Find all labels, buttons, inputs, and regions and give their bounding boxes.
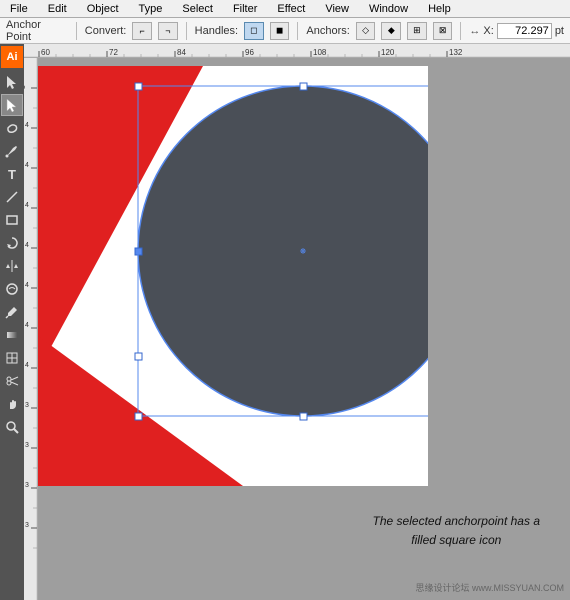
annotation-text: The selected anchorpoint has a filled sq…: [373, 512, 540, 550]
gradient-tool-btn[interactable]: [1, 324, 23, 346]
workspace: Ai T: [0, 44, 570, 600]
handles-btn-1[interactable]: ◻: [244, 22, 264, 40]
main-canvas[interactable]: The selected anchorpoint has a filled sq…: [38, 58, 570, 600]
arrow-icon: ↔: [469, 25, 480, 37]
svg-text:4: 4: [25, 122, 29, 129]
shape-tool-btn[interactable]: [1, 209, 23, 231]
x-unit: pt: [555, 25, 564, 37]
ruler-top: 60 72 84 96 108 120 132: [24, 44, 570, 58]
separator-1: [76, 22, 77, 40]
reflect-tool-btn[interactable]: [1, 255, 23, 277]
menu-type[interactable]: Type: [133, 0, 169, 18]
ruler-left-svg: 5 4 4 4 4 4 4 4 3: [24, 58, 37, 600]
scissors-tool-btn[interactable]: [1, 370, 23, 392]
anchors-label: Anchors:: [306, 25, 349, 37]
line-tool-btn[interactable]: [1, 186, 23, 208]
x-label: X:: [483, 25, 493, 37]
separator-3: [297, 22, 298, 40]
canvas-area: 60 72 84 96 108 120 132: [24, 44, 570, 600]
hand-tool-btn[interactable]: [1, 393, 23, 415]
selection-tool-btn[interactable]: [1, 71, 23, 93]
handles-btn-2[interactable]: ◼: [270, 22, 290, 40]
canvas-row: 5 4 4 4 4 4 4 4 3: [24, 58, 570, 600]
rotate-tool-btn[interactable]: [1, 232, 23, 254]
convert-btn-1[interactable]: ⌐: [132, 22, 152, 40]
menu-file[interactable]: File: [4, 0, 34, 18]
svg-text:120: 120: [381, 48, 395, 57]
toolbar: Ai T: [0, 44, 24, 600]
pen-tool-btn[interactable]: [1, 140, 23, 162]
options-bar: Anchor Point Convert: ⌐ ¬ Handles: ◻ ◼ A…: [0, 18, 570, 44]
anchors-btn-1[interactable]: ◇: [356, 22, 376, 40]
svg-text:4: 4: [25, 242, 29, 249]
separator-2: [186, 22, 187, 40]
anchor-point-label: Anchor Point: [6, 19, 68, 43]
anchors-btn-4[interactable]: ⊠: [433, 22, 453, 40]
artboard: [38, 66, 428, 486]
svg-text:72: 72: [109, 48, 118, 57]
svg-text:5: 5: [24, 85, 27, 89]
convert-btn-2[interactable]: ¬: [158, 22, 178, 40]
svg-text:3: 3: [25, 482, 29, 489]
menu-edit[interactable]: Edit: [42, 0, 73, 18]
svg-text:3: 3: [25, 402, 29, 409]
red-shapes: [38, 66, 428, 486]
annotation-line2: filled square icon: [373, 531, 540, 550]
ruler-left: 5 4 4 4 4 4 4 4 3: [24, 58, 38, 600]
ai-logo: Ai: [1, 46, 23, 68]
x-coord-group: ↔ X: pt: [469, 23, 564, 39]
shapes-svg: [38, 66, 428, 486]
svg-text:96: 96: [245, 48, 254, 57]
handles-label: Handles:: [195, 25, 238, 37]
eyedropper-tool-btn[interactable]: [1, 301, 23, 323]
menu-object[interactable]: Object: [81, 0, 125, 18]
svg-text:4: 4: [25, 202, 29, 209]
svg-text:3: 3: [25, 442, 29, 449]
svg-text:4: 4: [25, 362, 29, 369]
x-input[interactable]: [497, 23, 552, 39]
ruler-top-svg: 60 72 84 96 108 120 132: [24, 44, 570, 57]
menu-bar: File Edit Object Type Select Filter Effe…: [0, 0, 570, 18]
svg-text:108: 108: [313, 48, 327, 57]
warp-tool-btn[interactable]: [1, 278, 23, 300]
watermark: 思缘设计论坛 www.MISSYUAN.COM: [415, 581, 564, 594]
zoom-tool-btn[interactable]: [1, 416, 23, 438]
menu-filter[interactable]: Filter: [227, 0, 263, 18]
menu-effect[interactable]: Effect: [271, 0, 311, 18]
menu-window[interactable]: Window: [363, 0, 414, 18]
svg-text:4: 4: [25, 162, 29, 169]
svg-text:3: 3: [25, 522, 29, 529]
direct-select-tool-btn[interactable]: [1, 94, 23, 116]
svg-text:60: 60: [41, 48, 50, 57]
convert-label: Convert:: [85, 25, 127, 37]
menu-view[interactable]: View: [319, 0, 355, 18]
lasso-tool-btn[interactable]: [1, 117, 23, 139]
canvas-content: The selected anchorpoint has a filled sq…: [38, 58, 570, 600]
svg-text:4: 4: [25, 282, 29, 289]
separator-4: [460, 22, 461, 40]
menu-help[interactable]: Help: [422, 0, 457, 18]
svg-text:4: 4: [25, 322, 29, 329]
svg-text:132: 132: [449, 48, 463, 57]
annotation-line1: The selected anchorpoint has a: [373, 512, 540, 531]
anchors-btn-3[interactable]: ⊞: [407, 22, 427, 40]
anchors-btn-2[interactable]: ◆: [381, 22, 401, 40]
svg-text:84: 84: [177, 48, 186, 57]
mesh-tool-btn[interactable]: [1, 347, 23, 369]
menu-select[interactable]: Select: [176, 0, 219, 18]
type-tool-btn[interactable]: T: [1, 163, 23, 185]
